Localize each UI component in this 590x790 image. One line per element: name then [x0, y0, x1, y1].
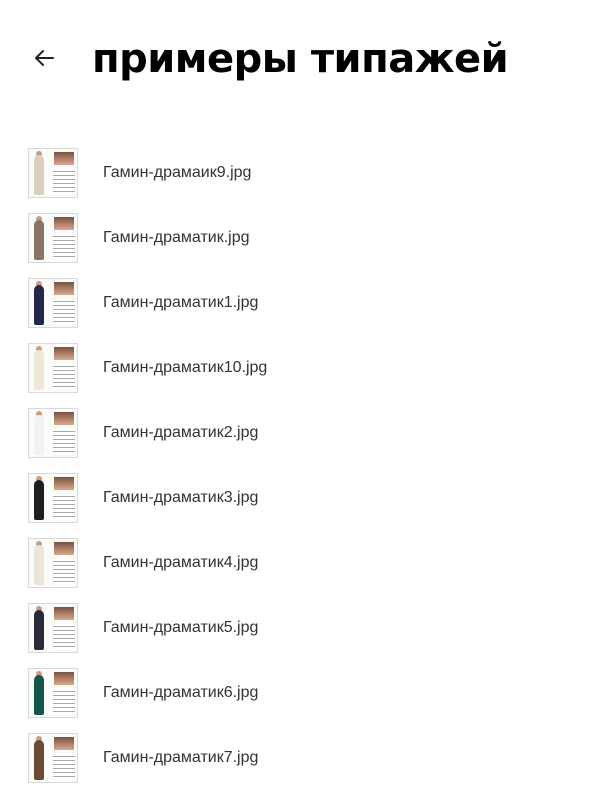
thumbnail-figure: [34, 285, 44, 325]
header: примеры типажей: [0, 0, 590, 110]
file-thumbnail: [28, 733, 78, 783]
thumbnail-figure: [34, 350, 44, 390]
file-thumbnail: [28, 538, 78, 588]
thumbnail-face: [54, 607, 74, 620]
arrow-left-icon: [35, 50, 54, 66]
file-row[interactable]: Гамин-драматик.jpg: [0, 205, 590, 270]
file-thumbnail: [28, 668, 78, 718]
thumbnail-text: [53, 364, 75, 390]
thumbnail-face: [54, 282, 74, 295]
thumbnail-face: [54, 412, 74, 425]
file-thumbnail: [28, 408, 78, 458]
file-name: Гамин-драматик5.jpg: [103, 619, 259, 636]
file-row[interactable]: Гамин-драматик5.jpg: [0, 595, 590, 660]
file-row[interactable]: Гамин-драматик7.jpg: [0, 725, 590, 790]
thumbnail-face: [54, 217, 74, 230]
thumbnail-figure: [34, 545, 44, 585]
thumbnail-text: [53, 429, 75, 455]
file-row[interactable]: Гамин-драматик2.jpg: [0, 400, 590, 465]
thumbnail-text: [53, 299, 75, 325]
thumbnail-face: [54, 542, 74, 555]
file-name: Гамин-драмаик9.jpg: [103, 164, 252, 181]
file-name: Гамин-драматик2.jpg: [103, 424, 259, 441]
file-row[interactable]: Гамин-драматик10.jpg: [0, 335, 590, 400]
file-name: Гамин-драматик.jpg: [103, 229, 250, 246]
thumbnail-text: [53, 754, 75, 780]
thumbnail-text: [53, 559, 75, 585]
file-row[interactable]: Гамин-драматик6.jpg: [0, 660, 590, 725]
file-name: Гамин-драматик6.jpg: [103, 684, 259, 701]
file-row[interactable]: Гамин-драматик1.jpg: [0, 270, 590, 335]
file-row[interactable]: Гамин-драматик4.jpg: [0, 530, 590, 595]
file-name: Гамин-драматик4.jpg: [103, 554, 259, 571]
back-button[interactable]: [28, 42, 60, 74]
thumbnail-figure: [34, 415, 44, 455]
file-name: Гамин-драматик10.jpg: [103, 359, 268, 376]
file-row[interactable]: Гамин-драматик3.jpg: [0, 465, 590, 530]
thumbnail-text: [53, 234, 75, 260]
thumbnail-figure: [34, 740, 44, 780]
thumbnail-face: [54, 737, 74, 750]
thumbnail-text: [53, 494, 75, 520]
file-name: Гамин-драматик3.jpg: [103, 489, 259, 506]
file-list: Гамин-драмаик9.jpg Гамин-драматик.jpg Гами…: [0, 140, 590, 790]
thumbnail-figure: [34, 220, 44, 260]
thumbnail-face: [54, 152, 74, 165]
file-thumbnail: [28, 603, 78, 653]
file-thumbnail: [28, 278, 78, 328]
file-thumbnail: [28, 213, 78, 263]
thumbnail-figure: [34, 155, 44, 195]
thumbnail-face: [54, 672, 74, 685]
file-name: Гамин-драматик7.jpg: [103, 749, 259, 766]
thumbnail-text: [53, 624, 75, 650]
thumbnail-figure: [34, 610, 44, 650]
thumbnail-text: [53, 689, 75, 715]
file-thumbnail: [28, 473, 78, 523]
file-row[interactable]: Гамин-драмаик9.jpg: [0, 140, 590, 205]
thumbnail-face: [54, 477, 74, 490]
page-title: примеры типажей: [92, 36, 509, 82]
thumbnail-figure: [34, 675, 44, 715]
thumbnail-figure: [34, 480, 44, 520]
thumbnail-text: [53, 169, 75, 195]
file-thumbnail: [28, 343, 78, 393]
file-thumbnail: [28, 148, 78, 198]
file-name: Гамин-драматик1.jpg: [103, 294, 259, 311]
thumbnail-face: [54, 347, 74, 360]
